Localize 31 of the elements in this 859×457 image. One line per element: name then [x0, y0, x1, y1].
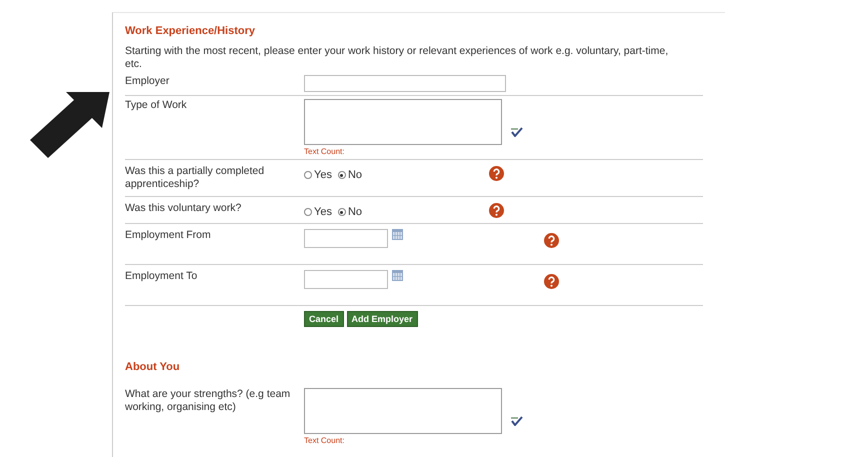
field-label: Employment To	[125, 270, 198, 284]
text-count: Text Count:	[304, 436, 346, 445]
radio-option[interactable]: Yes	[304, 169, 332, 181]
form-button[interactable]: Add Employer	[346, 311, 418, 327]
date-field[interactable]	[304, 229, 388, 248]
employer-field[interactable]	[304, 75, 506, 92]
text-count: Text Count:	[304, 147, 346, 156]
help-icon[interactable]	[489, 166, 504, 181]
section-heading: About You	[125, 361, 181, 373]
field-label: Was this a partially completed apprenticeship?	[125, 165, 266, 191]
text-area[interactable]	[304, 388, 502, 434]
help-icon[interactable]	[489, 203, 504, 218]
field-label: Was this voluntary work?	[125, 202, 242, 216]
intro-text: Starting with the most recent, please enter your work history or relevant experiences of work e.g. voluntary, part-time, etc.	[125, 45, 670, 71]
field-label: What are your strengths? (e.g team working, organising etc)	[125, 388, 292, 415]
spellcheck-icon[interactable]	[510, 127, 523, 137]
form-button[interactable]: Cancel	[304, 311, 344, 327]
text-area[interactable]	[304, 99, 502, 145]
spellcheck-icon[interactable]	[510, 416, 523, 426]
calendar-icon[interactable]	[392, 229, 403, 240]
date-field[interactable]	[304, 270, 388, 289]
radio-option[interactable]: Yes	[304, 206, 332, 218]
help-icon[interactable]	[544, 233, 559, 248]
field-label: Type of Work	[125, 99, 188, 113]
help-icon[interactable]	[544, 274, 559, 289]
radio-option[interactable]: No	[338, 169, 362, 181]
field-label: Employer	[125, 75, 170, 89]
field-label: Employment From	[125, 229, 212, 243]
radio-option[interactable]: No	[338, 206, 362, 218]
calendar-icon[interactable]	[392, 270, 403, 281]
section-heading: Work Experience/History	[125, 25, 256, 37]
